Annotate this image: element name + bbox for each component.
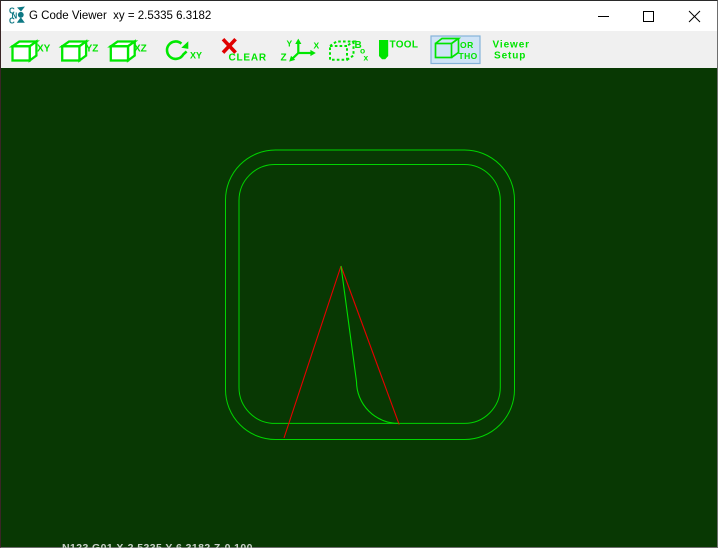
svg-text:XZ: XZ bbox=[134, 44, 147, 55]
svg-text:C: C bbox=[9, 17, 15, 26]
svg-text:OR: OR bbox=[460, 40, 474, 50]
svg-text:YZ: YZ bbox=[86, 44, 99, 55]
svg-text:Y: Y bbox=[287, 39, 293, 49]
svg-text:Z: Z bbox=[281, 53, 287, 64]
svg-text:X: X bbox=[314, 41, 320, 51]
svg-text:CLEAR: CLEAR bbox=[229, 53, 267, 64]
svg-text:TOOL: TOOL bbox=[390, 40, 419, 51]
svg-text:XY: XY bbox=[37, 44, 51, 55]
svg-text:x: x bbox=[364, 53, 369, 63]
svg-text:Viewer: Viewer bbox=[493, 40, 530, 51]
svg-text:XY: XY bbox=[190, 51, 202, 61]
svg-text:Setup: Setup bbox=[494, 51, 526, 62]
svg-text:THO: THO bbox=[459, 51, 478, 61]
